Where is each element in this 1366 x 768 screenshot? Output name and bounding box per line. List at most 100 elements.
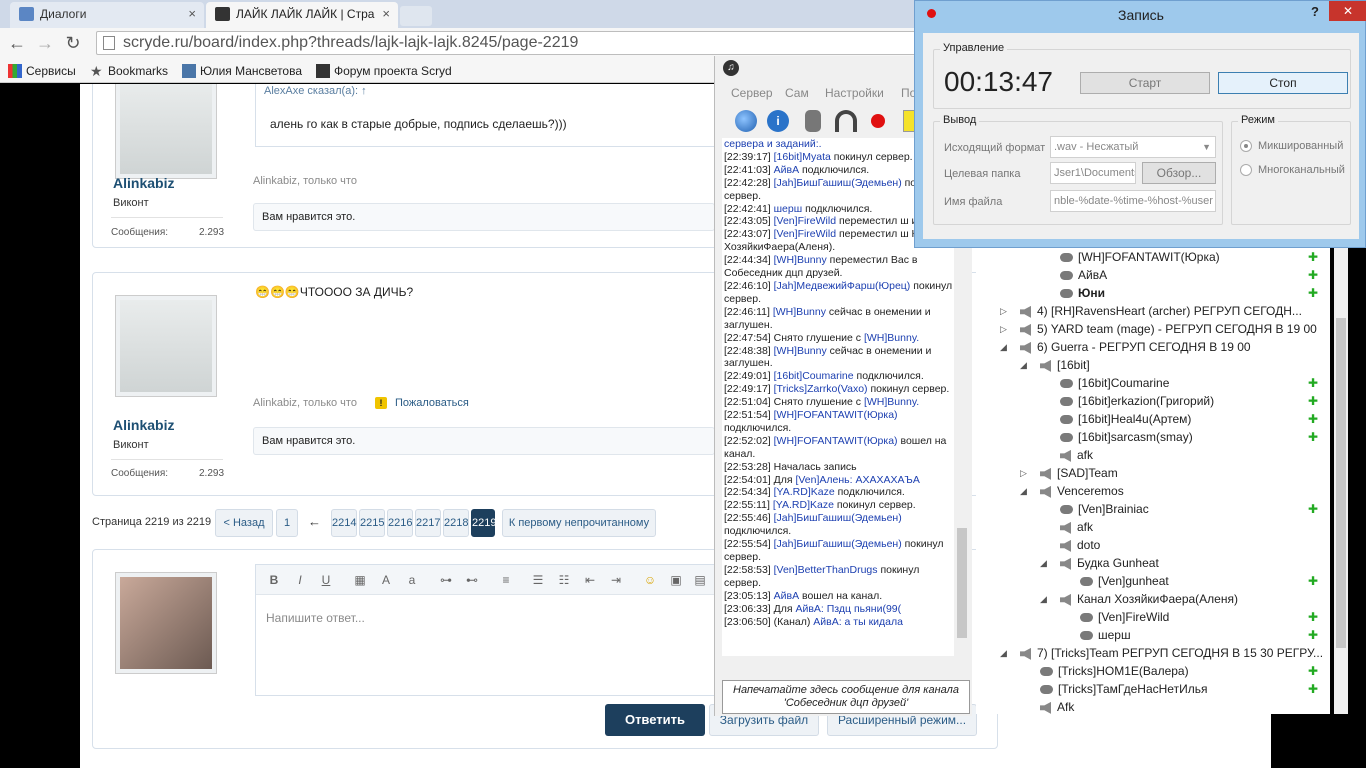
username[interactable]: Alinkabiz — [113, 417, 174, 433]
scroll-thumb[interactable] — [1336, 318, 1346, 648]
bookmark-services[interactable]: Сервисы — [6, 61, 76, 81]
tree-channel[interactable]: ◢ 7) [Tricks]Team РЕГРУП СЕГОДНЯ В 15 30 … — [1000, 644, 1323, 662]
color-icon[interactable]: ▦ — [350, 570, 370, 590]
help-button[interactable]: ? — [1311, 4, 1319, 19]
reload-icon[interactable]: ↻ — [62, 32, 84, 54]
chat-user-link[interactable]: [WH]Bunny — [773, 306, 826, 318]
tree-user[interactable]: АйвА — [1060, 266, 1107, 284]
avatar[interactable] — [115, 295, 217, 397]
bookmark-forum[interactable]: Форум проекта Scryd — [314, 61, 454, 81]
tree-user[interactable]: Юни — [1060, 284, 1105, 302]
chat-user-link[interactable]: [WH]Bunny — [774, 345, 827, 357]
first-unread-button[interactable]: К первому непрочитанному — [502, 509, 656, 537]
prev-page-button[interactable]: < Назад — [215, 509, 273, 537]
report-link[interactable]: Пожаловаться — [395, 397, 469, 409]
tree-channel[interactable]: ▷ 4) [RH]RavensHeart (archer) РЕГРУП СЕГО… — [1000, 302, 1302, 320]
outdent-icon[interactable]: ⇤ — [580, 570, 600, 590]
tree-user[interactable]: [WH]FOFANTAWIT(Юрка) — [1060, 248, 1220, 266]
unlink-icon[interactable]: ⊷ — [462, 570, 482, 590]
media-icon[interactable]: ▤ — [690, 570, 710, 590]
back-arrow-icon[interactable]: ← — [6, 32, 28, 54]
font-icon[interactable]: a — [402, 570, 422, 590]
chat-user-link[interactable]: [Ven]BetterThanDrugs — [774, 564, 878, 576]
radio-multichannel[interactable] — [1240, 164, 1252, 176]
indent-icon[interactable]: ⇥ — [606, 570, 626, 590]
tree-channel[interactable]: afk — [1060, 446, 1093, 464]
chat-user-link[interactable]: [Jah]МедвежийФарш(Юрец) — [774, 280, 911, 292]
globe-icon[interactable] — [735, 110, 757, 132]
page-link[interactable]: 2216 — [387, 509, 413, 537]
post-meta[interactable]: Alinkabiz, только что — [253, 175, 357, 187]
page-jump[interactable]: ← — [308, 514, 321, 529]
page-link[interactable]: 2218 — [443, 509, 469, 537]
tree-scrollbar[interactable] — [1334, 246, 1348, 714]
tree-channel[interactable]: ▷ [SAD]Team — [1020, 464, 1118, 482]
tree-channel[interactable]: ◢ Venceremos — [1020, 482, 1124, 500]
collapse-arrow-icon[interactable]: ◢ — [1020, 482, 1027, 500]
tree-channel[interactable]: ◢ Канал ХозяйкиФаера(Аленя) — [1040, 590, 1238, 608]
collapse-arrow-icon[interactable]: ◢ — [1000, 644, 1007, 662]
close-button[interactable]: ✕ — [1329, 1, 1366, 21]
headphones-icon[interactable] — [835, 110, 857, 132]
underline-icon[interactable]: U — [316, 570, 336, 590]
browse-button[interactable]: Обзор... — [1142, 162, 1216, 184]
tree-channel[interactable]: ◢ 6) Guerra - РЕГРУП СЕГОДНЯ В 19 00 — [1000, 338, 1251, 356]
tree-user[interactable]: [Ven]FireWild — [1080, 608, 1169, 626]
tree-channel[interactable]: afk — [1060, 518, 1093, 536]
chat-user-link[interactable]: [WH]FOFANTAWIT(Юрка) — [774, 435, 898, 447]
bullet-list-icon[interactable]: ☰ — [528, 570, 548, 590]
numbered-list-icon[interactable]: ☷ — [554, 570, 574, 590]
tree-user[interactable]: [Ven]Brainiac — [1060, 500, 1149, 518]
menu-server[interactable]: Сервер — [731, 86, 773, 100]
avatar[interactable] — [115, 84, 217, 179]
tree-channel[interactable]: Afk — [1040, 698, 1074, 714]
chat-input[interactable]: Напечатайте здесь сообщение для канала '… — [722, 680, 970, 714]
collapse-arrow-icon[interactable]: ◢ — [1040, 554, 1047, 572]
format-select[interactable]: .wav - Несжатый ▼ — [1050, 136, 1216, 158]
image-icon[interactable]: ▣ — [666, 570, 686, 590]
font-size-icon[interactable]: A — [376, 570, 396, 590]
link-icon[interactable]: ⊶ — [436, 570, 456, 590]
address-bar[interactable]: scryde.ru/board/index.php?threads/lajk-l… — [96, 31, 916, 55]
reply-input[interactable]: Напишите ответ... — [266, 611, 365, 625]
page-link[interactable]: 2215 — [359, 509, 385, 537]
collapse-arrow-icon[interactable]: ◢ — [1000, 338, 1007, 356]
chat-user-link[interactable]: [Jah]БишГашиш(Эдемьен) — [774, 538, 902, 550]
start-button[interactable]: Старт — [1080, 72, 1210, 94]
tab-dialogs[interactable]: Диалоги × — [10, 2, 204, 28]
collapse-arrow-icon[interactable]: ◢ — [1040, 590, 1047, 608]
expand-arrow-icon[interactable]: ▷ — [1000, 302, 1007, 320]
info-icon[interactable]: i — [767, 110, 789, 132]
close-icon[interactable]: × — [188, 2, 196, 26]
menu-settings[interactable]: Настройки — [825, 86, 884, 100]
reply-button[interactable]: Ответить — [605, 704, 705, 736]
chat-user-link[interactable]: [Ven]FireWild — [774, 215, 836, 227]
chat-user-link[interactable]: [16bit]Coumarine — [774, 370, 854, 382]
chat-user-link[interactable]: [Jah]БишГашиш(Эдемьен) — [774, 177, 902, 189]
bookmark-bookmarks[interactable]: ★ Bookmarks — [88, 61, 168, 81]
microphone-icon[interactable] — [805, 110, 821, 132]
chat-user-link[interactable]: [16bit]Myata — [774, 151, 831, 163]
tree-user[interactable]: [16bit]sarcasm(smay) — [1060, 428, 1193, 446]
chat-user-link[interactable]: [WH]FOFANTAWIT(Юрка) — [774, 409, 898, 421]
italic-icon[interactable]: I — [290, 570, 310, 590]
chat-user-link[interactable]: АйвА — [774, 590, 799, 602]
expand-arrow-icon[interactable]: ▷ — [1020, 464, 1027, 482]
page-current[interactable]: 2219 — [471, 509, 496, 537]
collapse-arrow-icon[interactable]: ◢ — [1020, 356, 1027, 374]
bookmark-vk[interactable]: Юлия Мансветова — [180, 61, 302, 81]
tree-user[interactable]: [16bit]Coumarine — [1060, 374, 1169, 392]
username[interactable]: Alinkabiz — [113, 175, 174, 191]
chat-user-link[interactable]: [Tricks]Zarrko(Vaxo) — [774, 383, 868, 395]
record-icon[interactable] — [871, 114, 885, 128]
tree-channel[interactable]: ◢ Будка Gunheat — [1040, 554, 1159, 572]
tree-channel[interactable]: ◢ [16bit] — [1020, 356, 1090, 374]
chat-user-link[interactable]: [YA.RD]Kaze — [774, 486, 835, 498]
expand-arrow-icon[interactable]: ▷ — [1000, 320, 1007, 338]
radio-mixed[interactable] — [1240, 140, 1252, 152]
page-link[interactable]: 2217 — [415, 509, 441, 537]
chat-user-link[interactable]: [Ven]FireWild — [774, 228, 836, 240]
tree-user[interactable]: [Tricks]ТамГдеНасНетИлья — [1040, 680, 1207, 698]
close-icon[interactable]: × — [382, 2, 390, 26]
chat-user-link[interactable]: АйвА — [774, 164, 799, 176]
